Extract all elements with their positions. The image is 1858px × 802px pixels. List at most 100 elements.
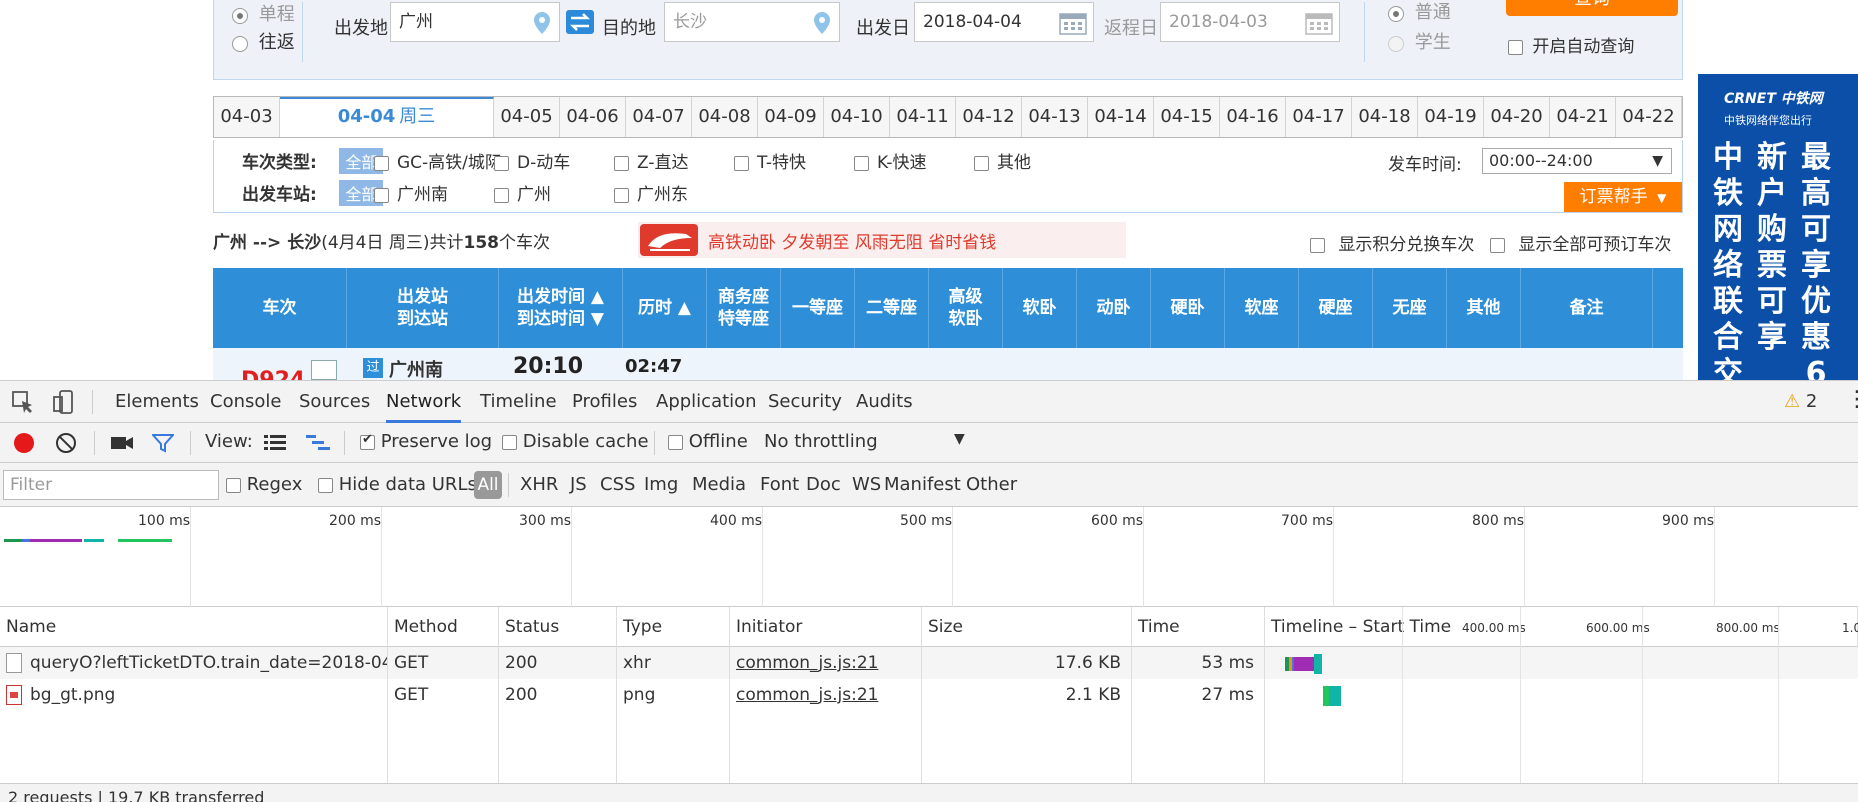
column-header-method[interactable]: Method [388, 607, 499, 647]
station-option[interactable]: 广州 [494, 180, 551, 205]
train-number[interactable]: D924 [241, 368, 305, 380]
passenger-student-option[interactable]: 学生 [1388, 28, 1451, 54]
column-header[interactable]: 高级 软卧 [929, 268, 1003, 348]
column-header-size[interactable]: Size [922, 607, 1132, 647]
station-checkbox[interactable] [494, 187, 509, 203]
hide-data-urls-option[interactable]: Hide data URLs [318, 474, 477, 495]
from-field[interactable]: 广州 [390, 2, 560, 42]
train-type-checkbox[interactable] [974, 155, 989, 171]
column-header[interactable]: 硬座 [1299, 268, 1373, 348]
booking-helper-button[interactable]: 订票帮手 ▼ [1564, 182, 1682, 212]
train-type-option[interactable]: K-快速 [854, 148, 927, 173]
return-date-field[interactable]: 2018-04-03 [1160, 2, 1340, 42]
column-header[interactable]: 一等座 [781, 268, 855, 348]
date-tab[interactable]: 04-04 周三 [280, 97, 494, 137]
request-initiator[interactable]: common_js.js:21 [730, 647, 922, 679]
column-header[interactable]: 其他 [1447, 268, 1521, 348]
date-tab[interactable]: 04-10 [824, 97, 890, 137]
request-name[interactable]: queryO?leftTicketDTO.train_date=2018-04-… [0, 647, 388, 679]
regex-checkbox[interactable] [226, 477, 241, 493]
more-options-icon[interactable]: ⋮ [1846, 387, 1858, 412]
swap-icon[interactable] [566, 10, 594, 34]
depart-date-field[interactable]: 2018-04-04 [914, 2, 1094, 42]
train-type-checkbox[interactable] [734, 155, 749, 171]
tab-console[interactable]: Console [210, 381, 281, 423]
request-initiator[interactable]: common_js.js:21 [730, 679, 922, 711]
date-tab[interactable]: 04-06 [560, 97, 626, 137]
station-option[interactable]: 广州东 [614, 180, 688, 205]
train-type-option[interactable]: 其他 [974, 148, 1031, 173]
type-filter-media[interactable]: Media [692, 474, 746, 495]
points-option[interactable]: 显示积分兑换车次 [1310, 230, 1474, 255]
tab-security[interactable]: Security [768, 381, 842, 423]
station-checkbox[interactable] [614, 187, 629, 203]
column-header[interactable]: 历时 ▲ [623, 268, 707, 348]
column-header[interactable]: 软卧 [1003, 268, 1077, 348]
column-header-status[interactable]: Status [499, 607, 617, 647]
hide-data-urls-checkbox[interactable] [318, 477, 333, 493]
capture-screenshots-icon[interactable] [110, 433, 134, 453]
round-trip-radio[interactable] [232, 35, 248, 52]
regex-option[interactable]: Regex [226, 474, 302, 495]
type-filter-ws[interactable]: WS [852, 474, 881, 495]
overview-waterfall-icon[interactable] [306, 433, 330, 453]
throttling-select[interactable]: No throttling ▼ [764, 431, 965, 452]
train-type-checkbox[interactable] [374, 155, 389, 171]
tab-network[interactable]: Network [386, 381, 462, 423]
date-tab[interactable]: 04-15 [1154, 97, 1220, 137]
type-filter-img[interactable]: Img [644, 474, 678, 495]
date-tab[interactable]: 04-12 [956, 97, 1022, 137]
date-tab[interactable]: 04-20 [1484, 97, 1550, 137]
passenger-normal-option[interactable]: 普通 [1388, 0, 1451, 24]
depart-time-select[interactable]: 00:00--24:00 ▼ [1482, 148, 1672, 174]
column-header[interactable]: 硬卧 [1151, 268, 1225, 348]
date-tab[interactable]: 04-14 [1088, 97, 1154, 137]
auto-query-option[interactable]: 开启自动查询 [1508, 32, 1634, 57]
all-bookable-checkbox[interactable] [1490, 237, 1505, 253]
train-type-option[interactable]: GC-高铁/城际 [374, 148, 502, 173]
column-header-time[interactable]: Time [1132, 607, 1265, 647]
date-tab[interactable]: 04-22 [1616, 97, 1682, 137]
offline-checkbox[interactable] [668, 434, 683, 450]
promo-banner[interactable]: 高铁动卧 夕发朝至 风雨无阻 省时省钱 [638, 222, 1126, 258]
column-header-name[interactable]: Name [0, 607, 388, 647]
date-tab[interactable]: 04-09 [758, 97, 824, 137]
tab-profiles[interactable]: Profiles [572, 381, 637, 423]
column-header[interactable]: 备注 [1521, 268, 1653, 348]
station-option[interactable]: 广州南 [374, 180, 448, 205]
calendar-icon[interactable] [1305, 11, 1333, 35]
date-tab[interactable]: 04-03 [214, 97, 280, 137]
inspect-element-icon[interactable] [10, 389, 36, 415]
type-filter-manifest[interactable]: Manifest [884, 474, 961, 495]
points-checkbox[interactable] [1310, 237, 1325, 253]
date-tab[interactable]: 04-21 [1550, 97, 1616, 137]
preserve-log-checkbox[interactable] [360, 432, 375, 450]
location-pin-icon[interactable] [533, 11, 551, 35]
column-header[interactable]: 软座 [1225, 268, 1299, 348]
date-tab[interactable]: 04-05 [494, 97, 560, 137]
type-filter-doc[interactable]: Doc [806, 474, 841, 495]
column-header[interactable]: 二等座 [855, 268, 929, 348]
location-pin-icon[interactable] [813, 11, 831, 35]
column-header[interactable]: 车次 [213, 268, 347, 348]
calendar-icon[interactable] [1059, 11, 1087, 35]
date-tab[interactable]: 04-17 [1286, 97, 1352, 137]
tab-elements[interactable]: Elements [115, 381, 199, 423]
date-tab[interactable]: 04-19 [1418, 97, 1484, 137]
type-filter-xhr[interactable]: XHR [520, 474, 558, 495]
one-way-radio[interactable] [232, 7, 248, 24]
device-toolbar-icon[interactable] [52, 389, 78, 415]
type-filter-js[interactable]: JS [570, 474, 587, 495]
date-tab[interactable]: 04-11 [890, 97, 956, 137]
column-header-initiator[interactable]: Initiator [730, 607, 922, 647]
date-tab[interactable]: 04-18 [1352, 97, 1418, 137]
large-rows-icon[interactable] [264, 433, 286, 453]
train-type-checkbox[interactable] [494, 155, 509, 171]
train-type-option[interactable]: Z-直达 [614, 148, 688, 173]
request-initiator-text[interactable]: common_js.js:21 [736, 685, 878, 705]
train-row[interactable]: D924 过 广州南 20:10 02:47 [213, 348, 1683, 380]
request-row[interactable]: bg_gt.png GET 200 png common_js.js:21 2.1 KB 2… [0, 679, 1858, 711]
column-header[interactable]: 动卧 [1077, 268, 1151, 348]
query-button[interactable]: 查询 [1506, 0, 1678, 16]
disable-cache-checkbox[interactable] [502, 434, 517, 450]
